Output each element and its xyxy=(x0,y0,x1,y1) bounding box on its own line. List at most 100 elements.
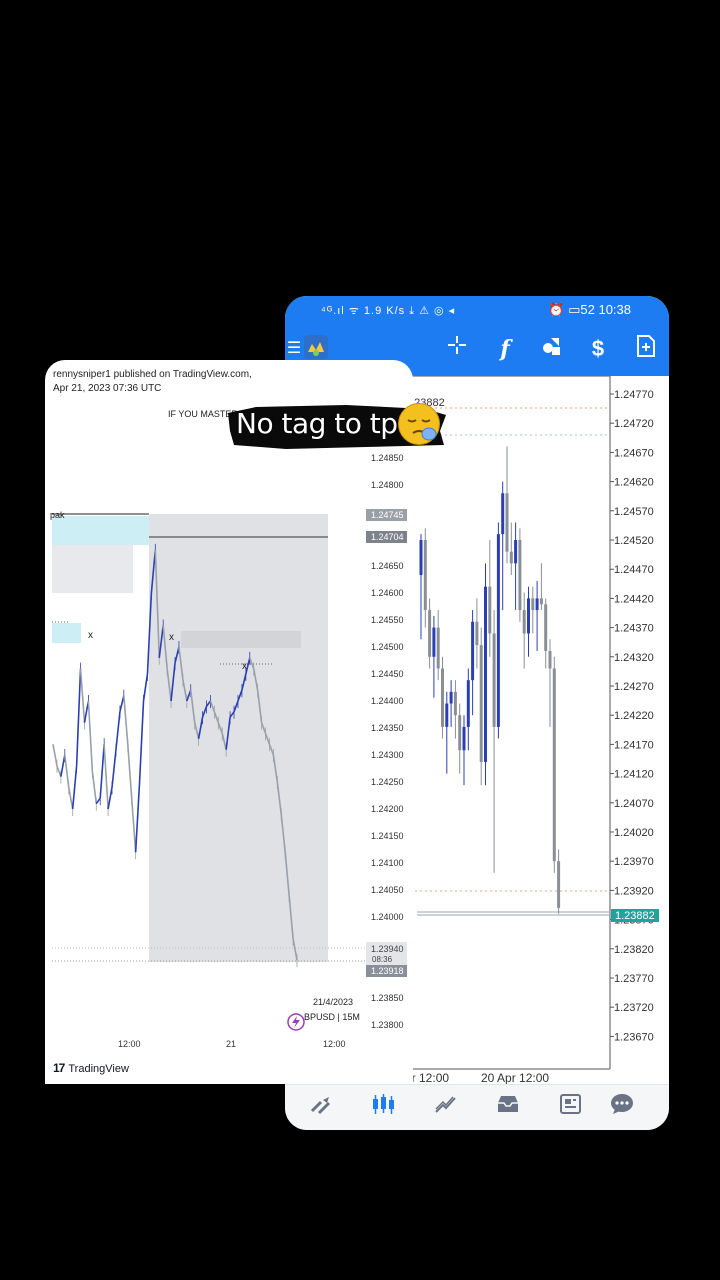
symbols-icon[interactable]: $ xyxy=(583,334,613,364)
tv-series-segment xyxy=(138,700,145,783)
mt-time-label-2: 20 Apr 12:00 xyxy=(481,1071,549,1084)
tv-tag-1: 1.24745 xyxy=(371,510,404,520)
tv-tag-current: 1.23940 xyxy=(371,944,404,954)
chart-icon[interactable] xyxy=(369,1093,399,1123)
tv-marker-x-2: x xyxy=(169,632,174,643)
mt-candle-body xyxy=(436,627,440,669)
tv-tag-bid: 1.23918 xyxy=(371,966,404,976)
tv-series-segment xyxy=(142,673,149,702)
mt-price-label: 1.23770 xyxy=(614,973,654,985)
mt-price-label: 1.23720 xyxy=(614,1002,654,1014)
tv-price-label: 1.23850 xyxy=(371,993,404,1003)
tv-series-segment xyxy=(123,695,129,745)
mt-price-label: 1.24720 xyxy=(614,418,654,430)
tv-price-label: 1.24050 xyxy=(371,885,404,895)
tradingview-snapshot-card: 1.24850 1.24800 1.24650 1.24600 1.24550 1.245… xyxy=(45,360,413,1084)
tv-series-segment xyxy=(111,749,117,788)
tv-price-label: 1.24200 xyxy=(371,804,404,814)
mt-candle-body xyxy=(535,598,539,611)
mt-price-label: 1.24220 xyxy=(614,710,654,722)
status-left-indicators: ⁴ᴳ.ıl ᯤ 1.9 K/s ⤓ ⚠ ◎ ◂ xyxy=(321,305,456,317)
quotes-icon[interactable] xyxy=(307,1093,337,1123)
tv-supply-zone-grey xyxy=(52,545,133,593)
mt-candle-body xyxy=(475,621,479,646)
trade-icon[interactable] xyxy=(431,1093,461,1123)
tv-footer: 17 TradingView xyxy=(45,1052,413,1084)
tv-series-segment xyxy=(107,787,113,810)
tv-series-segment xyxy=(64,754,70,788)
mt-candle-body xyxy=(466,680,470,727)
mt-candle-body xyxy=(462,726,466,751)
mt-candle-body xyxy=(453,691,457,716)
tv-price-label: 1.24000 xyxy=(371,912,404,922)
new-order-icon[interactable] xyxy=(631,334,661,364)
tv-left-label: pak xyxy=(50,510,65,520)
tv-time-label-2: 21 xyxy=(226,1039,236,1049)
mt-price-label: 1.24520 xyxy=(614,535,654,547)
tv-price-label: 1.24300 xyxy=(371,750,404,760)
mt-price-label: 1.24270 xyxy=(614,681,654,693)
tv-price-label: 1.24400 xyxy=(371,696,404,706)
mt-candle-body xyxy=(522,610,526,634)
mt-price-label: 1.24620 xyxy=(614,477,654,489)
mt-current-price-tag: 1.23882 xyxy=(615,910,655,922)
mt-candle-body xyxy=(548,650,552,669)
tv-price-label: 1.24850 xyxy=(371,453,404,463)
crosshair-icon[interactable] xyxy=(442,334,472,364)
tv-series-segment xyxy=(60,754,66,777)
history-icon[interactable] xyxy=(493,1093,523,1123)
mt-price-label: 1.23970 xyxy=(614,856,654,868)
tv-series-segment xyxy=(103,744,109,810)
mt-candle-body xyxy=(501,493,505,535)
mt-price-label: 1.24370 xyxy=(614,623,654,635)
tv-cyan-level-box xyxy=(52,623,81,643)
mt-price-label: 1.24320 xyxy=(614,652,654,664)
mt-price-labels-group: 1.24770 1.24720 1.24670 1.24620 1.24570 1.245… xyxy=(610,389,654,1043)
mt-candle-body xyxy=(509,551,513,564)
status-right-indicators: ⏰ ▭52 10:38 xyxy=(548,302,631,317)
mt-price-label: 1.23820 xyxy=(614,944,654,956)
indicators-icon[interactable]: f xyxy=(490,334,520,364)
mt-price-label: 1.24070 xyxy=(614,798,654,810)
mt-candle-body xyxy=(423,540,427,611)
tv-series-segment xyxy=(126,744,133,799)
tv-series-segment xyxy=(56,765,62,777)
tv-series-segment xyxy=(67,787,74,810)
mt-candle-body xyxy=(441,668,444,727)
mt-candle-body xyxy=(432,627,436,657)
mt-price-label: 1.24470 xyxy=(614,564,654,576)
tv-time-label-1: 12:00 xyxy=(118,1039,141,1049)
mt-candle-body xyxy=(518,540,522,611)
mt-price-label: 1.23920 xyxy=(614,885,654,897)
sleepy-face-emoji-icon xyxy=(398,403,440,445)
mt-candle-body xyxy=(539,598,543,605)
mt-price-label: 1.24170 xyxy=(614,739,654,751)
tv-price-label: 1.24350 xyxy=(371,723,404,733)
tradingview-logo[interactable]: 17 TradingView xyxy=(53,1061,129,1075)
tv-price-label: 1.24600 xyxy=(371,588,404,598)
messages-icon[interactable] xyxy=(607,1093,637,1123)
news-icon[interactable] xyxy=(555,1093,585,1123)
tv-tag-countdown: 08:36 xyxy=(372,955,393,964)
tv-tag-2: 1.24704 xyxy=(371,532,404,542)
tv-meta-line-1: rennysniper1 published on TradingView.co… xyxy=(53,369,252,380)
mt-price-label: 1.24120 xyxy=(614,769,654,781)
mt-candle-body xyxy=(531,598,535,611)
mt-candle-body xyxy=(544,604,548,651)
tv-series-segment xyxy=(71,765,78,810)
tv-price-label: 1.24100 xyxy=(371,858,404,868)
tradingview-logo-text: TradingView xyxy=(68,1063,129,1075)
tv-marker-x-3: x xyxy=(242,661,247,672)
tv-date-label: 21/4/2023 xyxy=(313,997,353,1007)
mt-candle-body xyxy=(484,586,487,762)
objects-icon[interactable] xyxy=(536,334,566,364)
tv-chart-svg: 1.24850 1.24800 1.24650 1.24600 1.24550 1.245… xyxy=(50,409,407,1049)
mt-candle-body xyxy=(557,861,561,908)
mt-price-label: 1.24670 xyxy=(614,447,654,459)
tv-price-label: 1.24800 xyxy=(371,480,404,490)
tradingview-logo-icon: 17 xyxy=(53,1061,65,1075)
tv-price-label: 1.23800 xyxy=(371,1020,404,1030)
tv-series-segment xyxy=(52,744,58,766)
sticker-caption-text: No tag to tp xyxy=(236,407,398,440)
mt-candle-body xyxy=(514,540,518,564)
